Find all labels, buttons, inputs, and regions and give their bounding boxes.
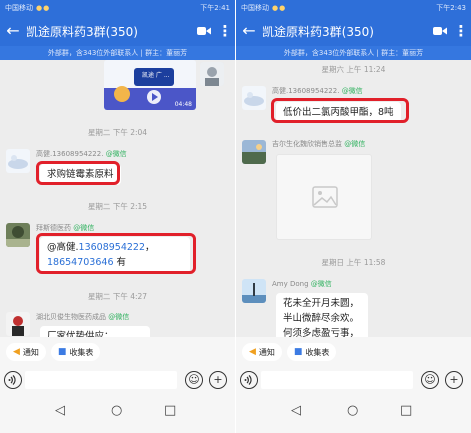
carrier-label: 中国移动 <box>241 4 269 12</box>
image-message[interactable] <box>276 154 372 240</box>
message-bubble[interactable]: 花未全开月未圆， 半山微醉尽余欢。 何须多虑盈亏事， <box>276 293 368 337</box>
more-menu-button[interactable]: ⋮ <box>451 16 471 46</box>
group-info-bar[interactable]: 外部群，含343位外部联系人 | 群主：董丽芳 <box>236 46 471 60</box>
timestamp: 星期二 下午 2:15 <box>87 202 148 211</box>
status-time: 下午2:41 <box>200 4 230 12</box>
more-menu-button[interactable]: ⋮ <box>215 16 235 46</box>
status-bar: 中国移动 ●● 下午2:43 <box>236 0 471 16</box>
timestamp: 星期日 上午 11:58 <box>321 258 386 267</box>
toolbar-chips: ◀ 通知 ■ 收集表 <box>0 343 235 363</box>
back-button[interactable]: ← <box>0 16 26 46</box>
sender-name: 拜斯德医药 @微信 <box>36 224 95 232</box>
input-row: ☺ + <box>0 370 235 392</box>
voice-icon[interactable] <box>240 371 258 389</box>
avatar[interactable] <box>6 149 30 173</box>
back-nav-icon[interactable]: ◁ <box>291 403 301 418</box>
highlight-box <box>271 98 409 123</box>
input-row: ☺ + <box>236 370 471 392</box>
video-message[interactable]: 凯途 广 ... 04:48 <box>104 60 196 110</box>
notice-button[interactable]: ◀ 通知 <box>242 343 282 361</box>
chat-title: 凯途原料药3群(350) <box>26 24 138 39</box>
left-phone: 中国移动 ●● 下午2:41 ← 凯途原料药3群(350) ⋮ 外部群，含343位… <box>0 0 235 433</box>
avatar[interactable] <box>200 62 224 86</box>
sender-name: Amy Dong @微信 <box>272 280 332 288</box>
form-button[interactable]: ■ 收集表 <box>286 343 337 361</box>
video-call-icon[interactable] <box>193 16 215 46</box>
image-placeholder-icon <box>312 186 338 208</box>
message-line: 何须多虑盈亏事， <box>283 328 360 337</box>
sender-name: 吉尔生化魏欣销售总监 @微信 <box>272 140 366 148</box>
message-input[interactable] <box>25 371 177 389</box>
plus-icon[interactable]: + <box>209 371 227 389</box>
notification-dots-icon: ●● <box>272 4 287 12</box>
voice-icon[interactable] <box>4 371 22 389</box>
bottom-panel: ◀ 通知 ■ 收集表 ☺ + ◁ ○ □ <box>236 337 471 433</box>
android-nav-bar: ◁ ○ □ <box>236 395 471 433</box>
video-duration: 04:48 <box>174 101 192 108</box>
status-bar: 中国移动 ●● 下午2:41 <box>0 0 235 16</box>
notice-button[interactable]: ◀ 通知 <box>6 343 46 361</box>
chat-area[interactable]: 星期六 上午 11:24 高健.13608954222. @微信 低价出二氯丙酸… <box>236 60 471 337</box>
folder-icon: ■ <box>293 347 303 357</box>
form-button[interactable]: ■ 收集表 <box>50 343 101 361</box>
avatar[interactable] <box>6 223 30 247</box>
right-phone: 中国移动 ●● 下午2:43 ← 凯途原料药3群(350) ⋮ 外部群，含343位… <box>236 0 471 433</box>
video-call-icon[interactable] <box>429 16 451 46</box>
split-screen: 中国移动 ●● 下午2:41 ← 凯途原料药3群(350) ⋮ 外部群，含343位… <box>0 0 471 433</box>
carrier-label: 中国移动 <box>5 4 33 12</box>
megaphone-icon: ◀ <box>249 347 256 357</box>
android-nav-bar: ◁ ○ □ <box>0 395 235 433</box>
home-nav-icon[interactable]: ○ <box>111 403 122 418</box>
avatar[interactable] <box>242 279 266 303</box>
emoji-icon[interactable]: ☺ <box>421 371 439 389</box>
message-line: 花未全开月未圆， <box>283 298 360 309</box>
sender-name: 湖北贝俊生物医药成品 @微信 <box>36 313 130 321</box>
chat-area[interactable]: 凯途 广 ... 04:48 星期二 下午 2:04 高健.1360895422… <box>0 60 235 337</box>
sender-name: 高健.13608954222. @微信 <box>272 87 363 95</box>
avatar[interactable] <box>242 140 266 164</box>
chat-title: 凯途原料药3群(350) <box>262 24 374 39</box>
timestamp: 星期六 上午 11:24 <box>321 65 386 74</box>
recent-apps-icon[interactable]: □ <box>164 403 176 418</box>
emoji-icon[interactable]: ☺ <box>185 371 203 389</box>
notification-dots-icon: ●● <box>36 4 51 12</box>
chat-header: ← 凯途原料药3群(350) ⋮ <box>236 16 471 46</box>
highlight-box <box>36 161 120 185</box>
highlight-box <box>36 233 196 274</box>
home-nav-icon[interactable]: ○ <box>347 403 358 418</box>
megaphone-icon: ◀ <box>13 347 20 357</box>
chat-header: ← 凯途原料药3群(350) ⋮ <box>0 16 235 46</box>
avatar[interactable] <box>242 86 266 110</box>
sender-name: 高健.13608954222. @微信 <box>36 150 127 158</box>
timestamp: 星期二 下午 2:04 <box>87 128 148 137</box>
avatar[interactable] <box>6 312 30 336</box>
recent-apps-icon[interactable]: □ <box>400 403 412 418</box>
back-nav-icon[interactable]: ◁ <box>55 403 65 418</box>
plus-icon[interactable]: + <box>445 371 463 389</box>
group-info-bar[interactable]: 外部群，含343位外部联系人 | 群主：董丽芳 <box>0 46 235 60</box>
video-title: 凯途 广 ... <box>142 72 170 79</box>
message-input[interactable] <box>261 371 413 389</box>
back-button[interactable]: ← <box>236 16 262 46</box>
message-line: 半山微醉尽余欢。 <box>283 313 360 324</box>
folder-icon: ■ <box>57 347 67 357</box>
status-time: 下午2:43 <box>436 4 466 12</box>
timestamp: 星期二 下午 4:27 <box>87 292 148 301</box>
toolbar-chips: ◀ 通知 ■ 收集表 <box>236 343 471 363</box>
bottom-panel: ◀ 通知 ■ 收集表 ☺ + ◁ ○ □ <box>0 337 235 433</box>
message-bubble[interactable]: 厂家优势供应： <box>40 326 150 337</box>
